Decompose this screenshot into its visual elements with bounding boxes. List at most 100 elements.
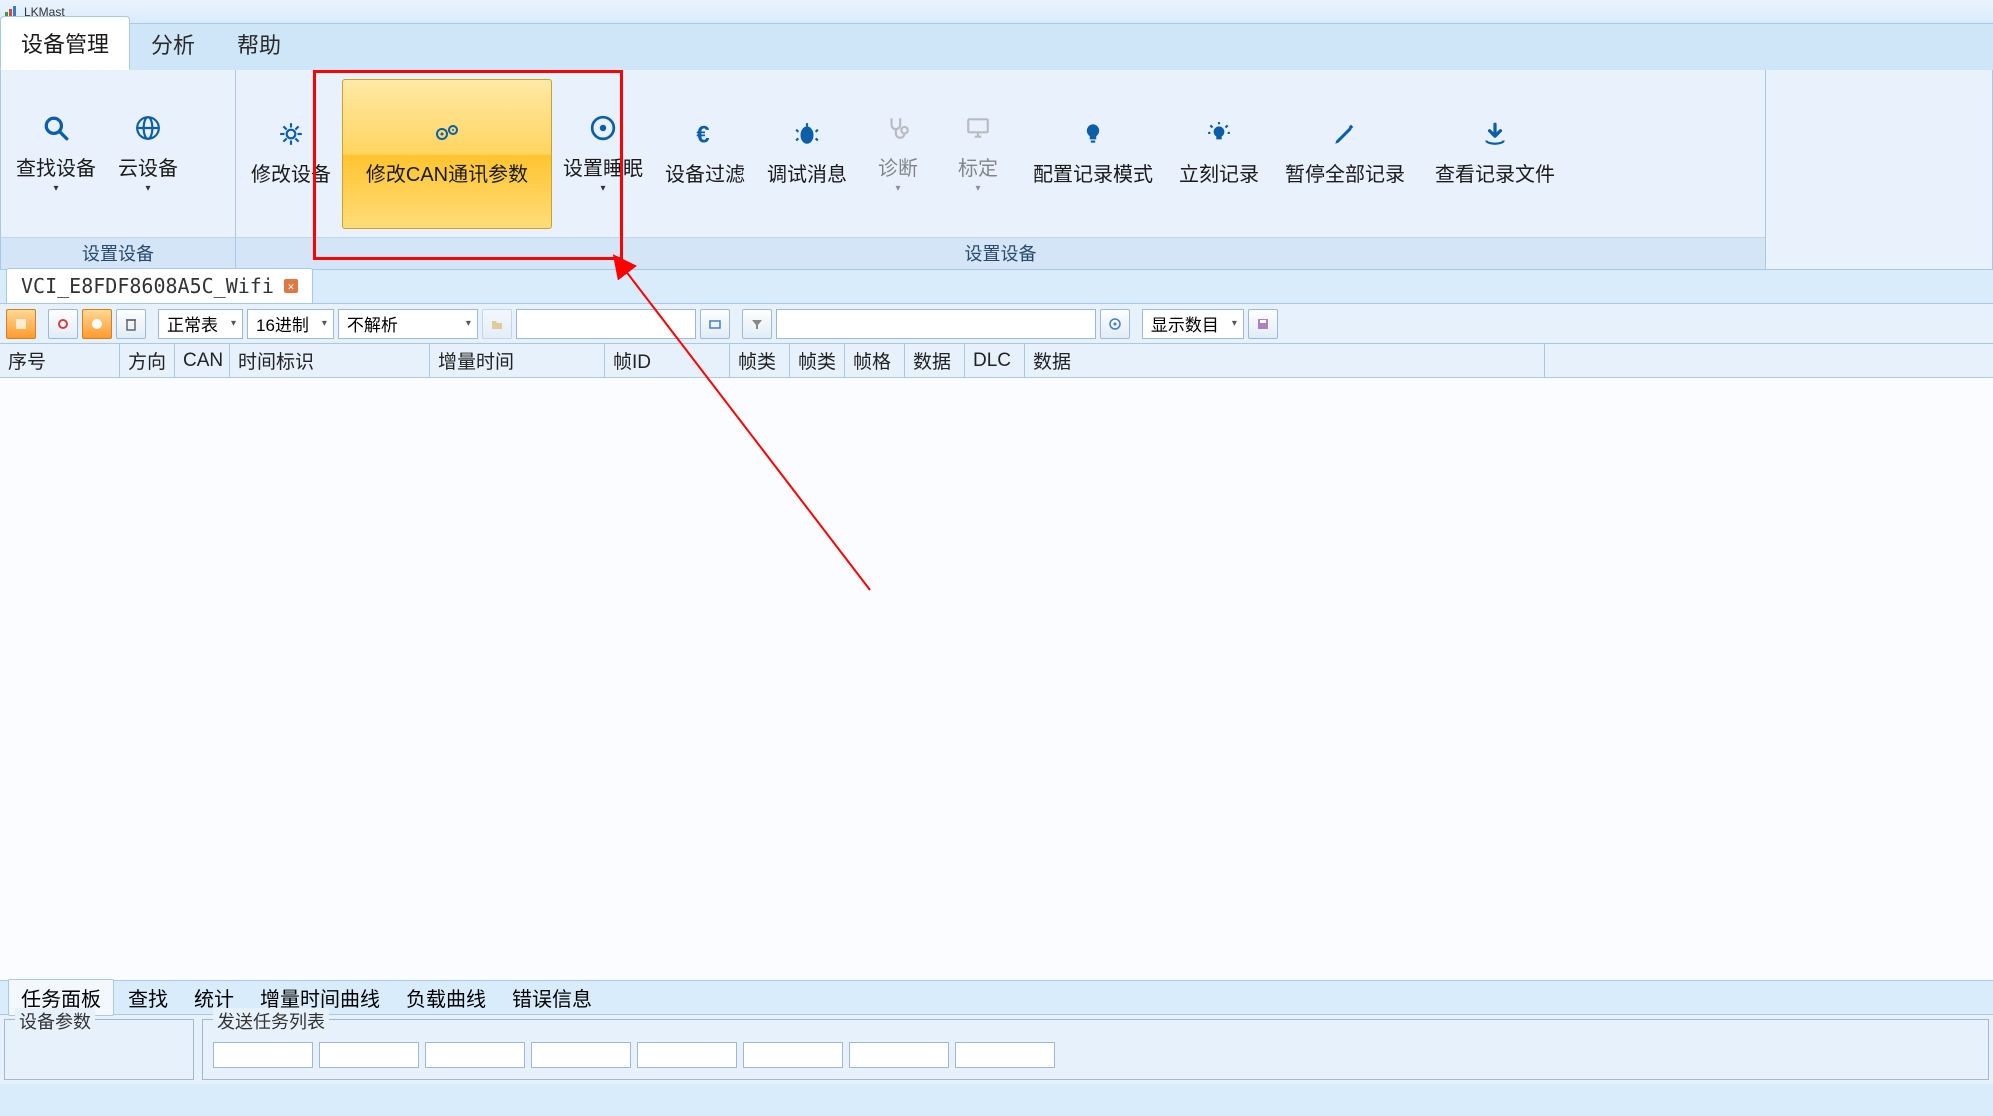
stethoscope-icon xyxy=(884,114,912,142)
menu-tab-analysis[interactable]: 分析 xyxy=(130,17,216,70)
config-record-mode-button[interactable]: 配置记录模式 xyxy=(1018,79,1168,229)
tb-target-button[interactable] xyxy=(1100,309,1130,339)
menu-tab-device-mgmt[interactable]: 设备管理 xyxy=(0,16,130,70)
col-header[interactable]: 数据 xyxy=(905,344,965,377)
toolbar: 正常表 16进制 不解析 显示数目 xyxy=(0,304,1993,344)
task-cell[interactable] xyxy=(955,1042,1055,1068)
send-task-list-label: 发送任务列表 xyxy=(213,1008,329,1034)
bulb-icon xyxy=(1079,120,1107,148)
col-header[interactable]: 时间标识 xyxy=(230,344,430,377)
parse-select[interactable]: 不解析 xyxy=(338,309,478,339)
menu-bar: 设备管理 分析 帮助 xyxy=(0,24,1993,70)
tb-save-button[interactable] xyxy=(1248,309,1278,339)
view-record-label: 查看记录文件 xyxy=(1435,158,1555,187)
diagnose-button: 诊断 ▾ xyxy=(858,79,938,229)
calibrate-button: 标定 ▾ xyxy=(938,79,1018,229)
mode-select[interactable]: 正常表 xyxy=(158,309,243,339)
col-header[interactable]: 帧类 xyxy=(730,344,790,377)
device-filter-button[interactable]: € 设备过滤 xyxy=(654,79,756,229)
find-device-button[interactable]: 查找设备 ▾ xyxy=(5,79,107,229)
tb-input-2[interactable] xyxy=(776,309,1096,339)
diagnose-label: 诊断 xyxy=(878,152,918,181)
col-header[interactable]: 帧ID xyxy=(605,344,730,377)
task-cell[interactable] xyxy=(531,1042,631,1068)
grid-header: 序号 方向 CAN 时间标识 增量时间 帧ID 帧类 帧类 帧格 数据 DLC … xyxy=(0,344,1993,378)
record-now-label: 立刻记录 xyxy=(1179,158,1259,187)
euro-icon: € xyxy=(691,120,719,148)
tb-delete-button[interactable] xyxy=(116,309,146,339)
dropdown-arrow: ▾ xyxy=(975,183,980,194)
dropdown-arrow: ▾ xyxy=(53,183,58,194)
bug-icon xyxy=(793,120,821,148)
tb-btn-3[interactable] xyxy=(82,309,112,339)
download-icon xyxy=(1481,120,1509,148)
pencil-icon xyxy=(1331,120,1359,148)
cloud-device-button[interactable]: 云设备 ▾ xyxy=(107,79,189,229)
document-tab-title: VCI_E8FDF8608A5C_Wifi xyxy=(21,274,274,298)
close-icon[interactable]: ✕ xyxy=(284,279,298,293)
col-header[interactable]: 数据 xyxy=(1025,344,1545,377)
col-header[interactable]: 帧类 xyxy=(790,344,845,377)
task-cell[interactable] xyxy=(213,1042,313,1068)
device-filter-label: 设备过滤 xyxy=(665,158,745,187)
ribbon-group-1-title: 设置设备 xyxy=(1,237,235,269)
cloud-device-label: 云设备 xyxy=(118,152,178,181)
send-task-list-fieldset: 发送任务列表 xyxy=(202,1019,1989,1080)
task-cell[interactable] xyxy=(425,1042,525,1068)
modify-can-label: 修改CAN通讯参数 xyxy=(366,158,528,187)
pause-all-label: 暂停全部记录 xyxy=(1285,158,1405,187)
task-cell[interactable] xyxy=(743,1042,843,1068)
tb-filter-button[interactable] xyxy=(742,309,772,339)
col-header[interactable]: 增量时间 xyxy=(430,344,605,377)
tb-folder-button[interactable] xyxy=(482,309,512,339)
ribbon-group-2: 修改设备 修改CAN通讯参数 设置睡眠 ▾ € 设备过滤 调试消息 诊断 xyxy=(236,70,1766,269)
modify-device-label: 修改设备 xyxy=(251,158,331,187)
bottom-tab-load-curve[interactable]: 负载曲线 xyxy=(394,980,498,1015)
dropdown-arrow: ▾ xyxy=(600,183,605,194)
tb-btn-5[interactable] xyxy=(700,309,730,339)
tb-btn-2[interactable] xyxy=(48,309,78,339)
calibrate-label: 标定 xyxy=(958,152,998,181)
dropdown-arrow: ▾ xyxy=(145,183,150,194)
tb-btn-1[interactable] xyxy=(6,309,36,339)
set-sleep-button[interactable]: 设置睡眠 ▾ xyxy=(552,79,654,229)
sleep-icon xyxy=(589,114,617,142)
monitor-icon xyxy=(964,114,992,142)
ribbon-group-1: 查找设备 ▾ 云设备 ▾ 设置设备 xyxy=(1,70,236,269)
search-icon xyxy=(42,114,70,142)
device-params-label: 设备参数 xyxy=(15,1008,95,1034)
debug-msg-label: 调试消息 xyxy=(767,158,847,187)
tb-input-1[interactable] xyxy=(516,309,696,339)
task-cell[interactable] xyxy=(849,1042,949,1068)
show-count-select[interactable]: 显示数目 xyxy=(1142,309,1244,339)
document-tab[interactable]: VCI_E8FDF8608A5C_Wifi ✕ xyxy=(6,268,313,303)
col-header[interactable]: 帧格 xyxy=(845,344,905,377)
view-record-file-button[interactable]: 查看记录文件 xyxy=(1420,79,1570,229)
radix-select[interactable]: 16进制 xyxy=(247,309,334,339)
gear-icon xyxy=(277,120,305,148)
document-tab-bar: VCI_E8FDF8608A5C_Wifi ✕ xyxy=(0,270,1993,304)
device-params-fieldset: 设备参数 xyxy=(4,1019,194,1080)
col-header[interactable]: 序号 xyxy=(0,344,120,377)
debug-msg-button[interactable]: 调试消息 xyxy=(756,79,858,229)
col-header[interactable]: DLC xyxy=(965,344,1025,377)
grid-body[interactable] xyxy=(0,378,1993,980)
modify-device-button[interactable]: 修改设备 xyxy=(240,79,342,229)
task-cell[interactable] xyxy=(637,1042,737,1068)
task-cell[interactable] xyxy=(319,1042,419,1068)
ribbon-group-2-title: 设置设备 xyxy=(236,237,1765,269)
dropdown-arrow: ▾ xyxy=(895,183,900,194)
col-header[interactable]: CAN xyxy=(175,344,230,377)
record-now-button[interactable]: 立刻记录 xyxy=(1168,79,1270,229)
set-sleep-label: 设置睡眠 xyxy=(563,152,643,181)
config-record-label: 配置记录模式 xyxy=(1033,158,1153,187)
col-header[interactable]: 方向 xyxy=(120,344,175,377)
modify-can-params-button[interactable]: 修改CAN通讯参数 xyxy=(342,79,552,229)
bottom-tab-find[interactable]: 查找 xyxy=(116,980,180,1015)
menu-tab-help[interactable]: 帮助 xyxy=(216,17,302,70)
ribbon: 查找设备 ▾ 云设备 ▾ 设置设备 修改设备 修改CAN通讯参数 设置睡 xyxy=(0,70,1993,270)
bulb-spark-icon xyxy=(1205,120,1233,148)
pause-all-record-button[interactable]: 暂停全部记录 xyxy=(1270,79,1420,229)
bottom-tab-error-info[interactable]: 错误信息 xyxy=(500,980,604,1015)
globe-icon xyxy=(134,114,162,142)
